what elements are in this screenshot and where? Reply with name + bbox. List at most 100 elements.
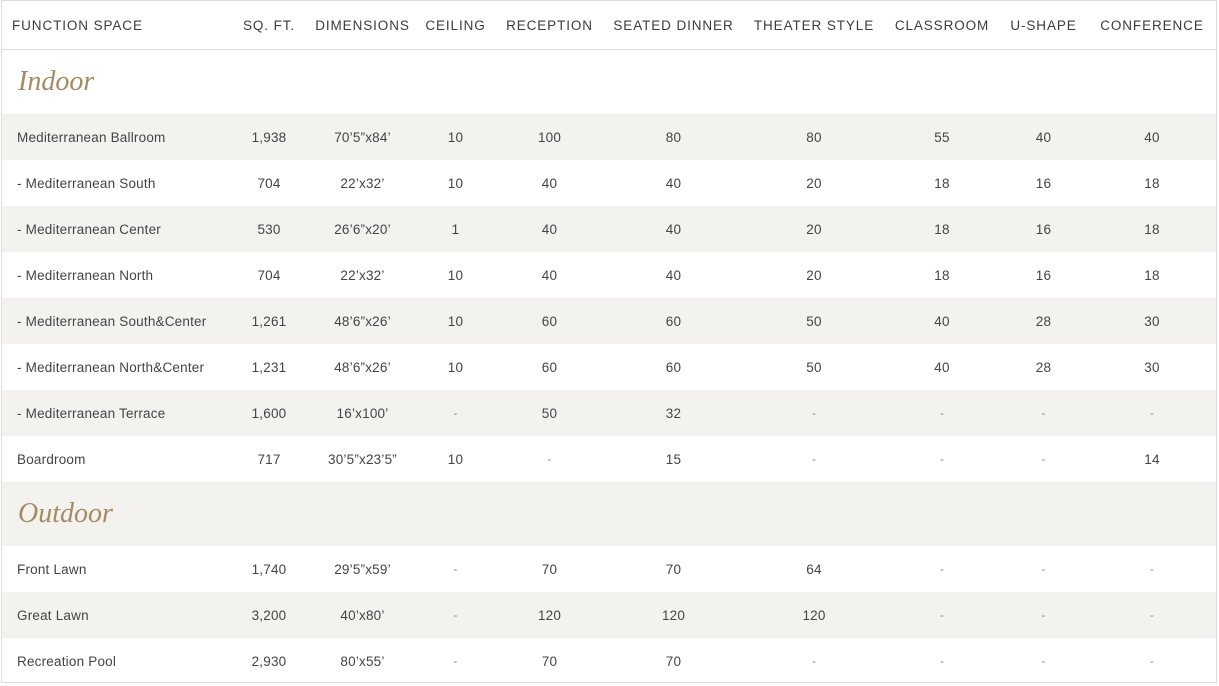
- cell-theater-style: 64: [806, 561, 822, 577]
- table-row: - Mediterranean South 704 22’x32’ 10 40 …: [2, 160, 1216, 206]
- cell-name: - Mediterranean South: [17, 175, 156, 191]
- cell-sqft: 1,231: [251, 359, 287, 375]
- cell-theater-style: 80: [743, 114, 885, 160]
- cell-u-shape: -: [999, 390, 1088, 436]
- cell-name: Front Lawn: [17, 561, 87, 577]
- cell-sqft: 717: [257, 451, 281, 467]
- cell-theater-style: -: [811, 654, 817, 668]
- cell-theater-style: 20: [743, 206, 885, 252]
- cell-classroom: -: [939, 452, 945, 466]
- cell-conference: 18: [1144, 175, 1160, 191]
- table-row: - Mediterranean Terrace 1,600 16’x100’ -…: [2, 390, 1216, 436]
- table-row: Great Lawn 3,200 40’x80’ - 120 120 120 -…: [2, 592, 1216, 638]
- cell-seated-dinner: 32: [604, 390, 743, 436]
- cell-u-shape: -: [999, 592, 1088, 638]
- table-row: - Mediterranean North&Center 1,231 48’6”…: [2, 344, 1216, 390]
- cell-conference: 30: [1144, 359, 1160, 375]
- cell-sqft: 1,938: [229, 114, 309, 160]
- cell-conference: 18: [1088, 206, 1216, 252]
- cell-classroom: -: [885, 390, 999, 436]
- table-row: Mediterranean Ballroom 1,938 70’5”x84’ 1…: [2, 114, 1216, 160]
- cell-reception: 100: [495, 114, 604, 160]
- cell-ceiling: 10: [416, 114, 495, 160]
- cell-dimensions: 16’x100’: [309, 390, 416, 436]
- cell-classroom: -: [885, 592, 999, 638]
- cell-conference: -: [1149, 654, 1155, 668]
- cell-seated-dinner: 70: [665, 653, 682, 669]
- cell-name: Mediterranean Ballroom: [2, 114, 229, 160]
- cell-reception: 50: [495, 390, 604, 436]
- cell-dimensions: 80’x55’: [340, 653, 385, 669]
- table-body: Indoor Mediterranean Ballroom 1,938 70’5…: [2, 50, 1216, 685]
- cell-reception: 60: [541, 359, 558, 375]
- cell-ceiling: 10: [447, 267, 464, 283]
- cell-ceiling: 1: [416, 206, 495, 252]
- cell-sqft: 1,600: [229, 390, 309, 436]
- cell-ceiling: 10: [447, 175, 464, 191]
- cell-seated-dinner: 60: [665, 359, 682, 375]
- header-seated-dinner: SEATED DINNER: [604, 1, 743, 50]
- cell-theater-style: 50: [743, 298, 885, 344]
- section-title-indoor: Indoor: [18, 66, 95, 97]
- cell-theater-style: 20: [806, 267, 822, 283]
- cell-sqft: 1,261: [229, 298, 309, 344]
- cell-u-shape: -: [1041, 452, 1046, 466]
- table-row: - Mediterranean Center 530 26’6”x20’ 1 4…: [2, 206, 1216, 252]
- cell-dimensions: 40’x80’: [309, 592, 416, 638]
- cell-conference: -: [1088, 390, 1216, 436]
- cell-seated-dinner: 40: [665, 267, 682, 283]
- cell-dimensions: 22’x32’: [340, 267, 385, 283]
- cell-classroom: 18: [934, 175, 950, 191]
- cell-dimensions: 29’5”x59’: [334, 561, 391, 577]
- cell-ceiling: -: [416, 592, 495, 638]
- cell-sqft: 1,740: [251, 561, 287, 577]
- cell-u-shape: 40: [999, 114, 1088, 160]
- section-row-indoor: Indoor: [2, 50, 1216, 115]
- cell-dimensions: 26’6”x20’: [309, 206, 416, 252]
- header-theater-style: THEATER STYLE: [743, 1, 885, 50]
- cell-name: Recreation Pool: [17, 653, 117, 669]
- cell-seated-dinner: 60: [604, 298, 743, 344]
- cell-u-shape: 16: [999, 206, 1088, 252]
- cell-dimensions: 70’5”x84’: [309, 114, 416, 160]
- header-function-space: FUNCTION SPACE: [2, 1, 229, 50]
- cell-seated-dinner: 70: [665, 561, 682, 577]
- cell-reception: 40: [495, 206, 604, 252]
- cell-dimensions: 48’6”x26’: [309, 298, 416, 344]
- header-row: FUNCTION SPACE SQ. FT. DIMENSIONS CEILIN…: [2, 1, 1216, 50]
- cell-seated-dinner: 80: [604, 114, 743, 160]
- section-title-outdoor: Outdoor: [2, 482, 1216, 546]
- cell-theater-style: 120: [743, 592, 885, 638]
- cell-seated-dinner: 40: [665, 175, 682, 191]
- cell-ceiling: 10: [447, 359, 464, 375]
- cell-conference: 18: [1144, 267, 1160, 283]
- section-row-outdoor: Outdoor: [2, 482, 1216, 546]
- cell-reception: 120: [495, 592, 604, 638]
- cell-reception: -: [547, 452, 552, 466]
- cell-conference: 14: [1144, 451, 1160, 467]
- cell-seated-dinner: 15: [665, 451, 682, 467]
- table-row: - Mediterranean South&Center 1,261 48’6”…: [2, 298, 1216, 344]
- cell-u-shape: 16: [1035, 267, 1052, 283]
- cell-name: - Mediterranean South&Center: [2, 298, 229, 344]
- cell-name: Boardroom: [17, 451, 86, 467]
- cell-u-shape: 16: [1035, 175, 1052, 191]
- table-row: Boardroom 717 30’5”x23’5” 10 - 15 - - - …: [2, 436, 1216, 482]
- table-row: - Mediterranean North 704 22’x32’ 10 40 …: [2, 252, 1216, 298]
- cell-reception: 40: [541, 267, 558, 283]
- header-conference: CONFERENCE: [1088, 1, 1216, 50]
- header-sqft: SQ. FT.: [229, 1, 309, 50]
- table-row: Recreation Pool 2,930 80’x55’ - 70 70 - …: [2, 638, 1216, 684]
- cell-ceiling: -: [453, 562, 458, 576]
- cell-classroom: 40: [934, 359, 950, 375]
- cell-classroom: 18: [934, 267, 950, 283]
- function-space-table: FUNCTION SPACE SQ. FT. DIMENSIONS CEILIN…: [2, 1, 1216, 684]
- cell-sqft: 530: [229, 206, 309, 252]
- header-u-shape: U-SHAPE: [999, 1, 1088, 50]
- cell-sqft: 3,200: [229, 592, 309, 638]
- cell-dimensions: 22’x32’: [340, 175, 385, 191]
- cell-theater-style: -: [811, 452, 817, 466]
- cell-ceiling: 10: [447, 451, 464, 467]
- cell-ceiling: -: [416, 390, 495, 436]
- cell-reception: 70: [541, 653, 558, 669]
